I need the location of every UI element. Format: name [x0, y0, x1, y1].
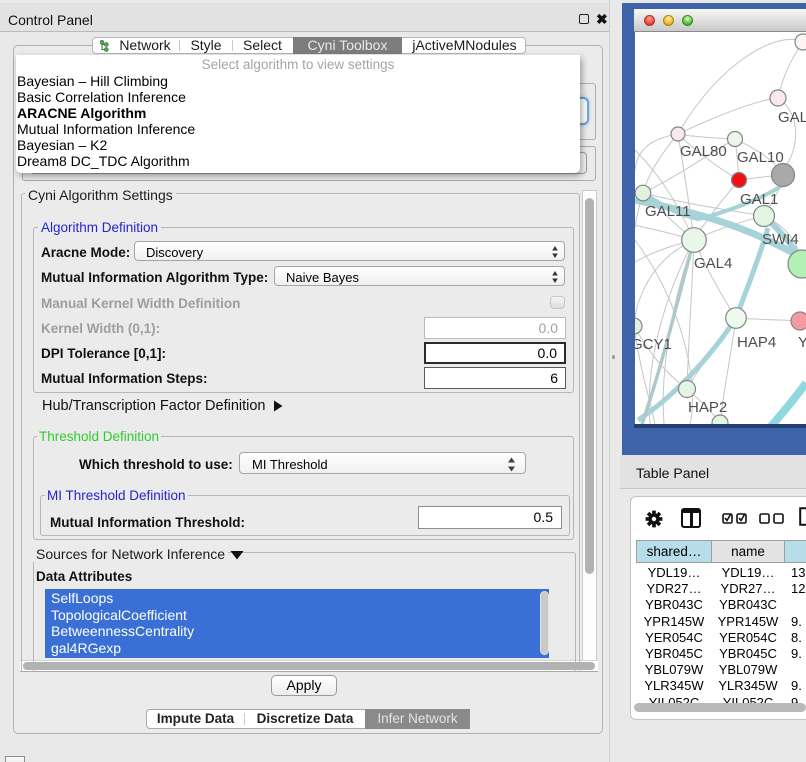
svg-text:GAL10: GAL10 [737, 149, 784, 166]
svg-text:GAL4: GAL4 [694, 255, 732, 272]
svg-text:GAL1: GAL1 [740, 191, 778, 208]
svg-text:GAL11: GAL11 [645, 203, 691, 220]
svg-text:SWI4: SWI4 [762, 231, 799, 248]
svg-text:GAL80: GAL80 [680, 143, 727, 160]
svg-text:GAL7: GAL7 [778, 109, 806, 126]
svg-text:HAP2: HAP2 [688, 399, 727, 416]
svg-text:GCY1: GCY1 [635, 336, 672, 353]
svg-text:HAP4: HAP4 [737, 334, 776, 351]
svg-text:YP: YP [798, 334, 806, 351]
